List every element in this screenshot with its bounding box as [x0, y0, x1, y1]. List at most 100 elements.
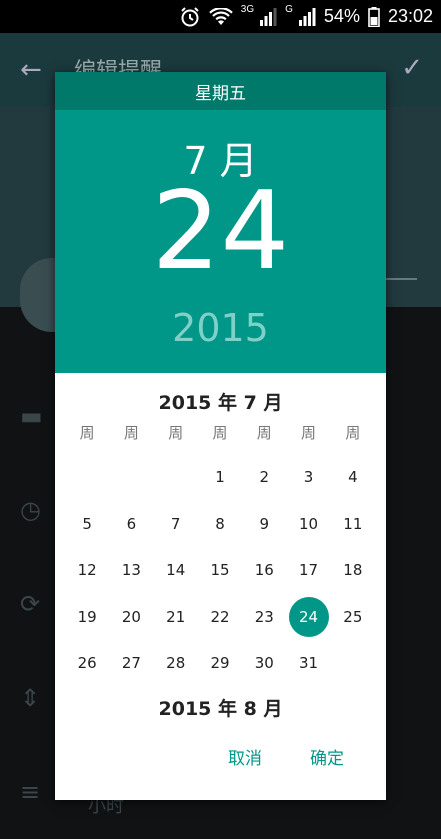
calendar-day-number: 7	[170, 514, 181, 533]
header-date[interactable]: 24	[55, 172, 386, 292]
back-arrow-icon[interactable]: ←	[20, 55, 42, 85]
list-icon: ≡	[20, 778, 41, 806]
calendar-day-number: 20	[121, 607, 141, 626]
calendar-day-number: 3	[303, 468, 314, 487]
calendar-day-number: 15	[210, 561, 230, 580]
calendar-day[interactable]: 17	[286, 547, 330, 594]
calendar-day[interactable]: 30	[242, 640, 286, 687]
weekday-label: 周	[123, 424, 139, 442]
checkmark-icon[interactable]: ✓	[401, 53, 423, 83]
calendar-day[interactable]: 28	[154, 640, 198, 687]
calendar-day-number: 13	[121, 561, 141, 580]
calendar-day-number: 28	[166, 654, 186, 673]
calendar-day[interactable]: 8	[198, 501, 242, 548]
status-icons: 3G G 54% 23:02	[179, 0, 433, 33]
calendar-day-number: 26	[77, 654, 97, 673]
calendar-day-number: 4	[348, 468, 358, 487]
calendar-day-number: 24	[299, 607, 319, 626]
calendar-day-empty	[154, 454, 198, 501]
clock-icon: ◷	[20, 496, 41, 524]
calendar-day[interactable]: 1	[198, 454, 242, 501]
calendar-day[interactable]: 10	[286, 501, 330, 548]
calendar-day[interactable]: 18	[331, 547, 375, 594]
alarm-clock-icon	[179, 6, 201, 28]
calendar-day[interactable]: 22	[198, 594, 242, 641]
calendar-day-number: 23	[254, 607, 274, 626]
calendar-day-number: 9	[259, 514, 270, 533]
date-picker-dialog: 星期五 7 月 24 2015 2015 年 7 月 周 周 周 周 周 周 周…	[55, 72, 386, 800]
calendar-day-number: 1	[215, 468, 225, 487]
calendar-day-number: 5	[82, 514, 92, 533]
calendar-day-number: 16	[254, 561, 274, 580]
calendar-day-number: 2	[259, 468, 270, 487]
signal-icon-2	[298, 7, 316, 26]
weekday-header: 星期五	[55, 72, 386, 110]
calendar-day[interactable]: 27	[109, 640, 153, 687]
battery-percent: 54%	[323, 6, 360, 26]
next-month-title: 2015 年 8 月	[158, 698, 283, 720]
calendar-day-number: 14	[166, 561, 186, 580]
status-bar: 3G G 54% 23:02	[0, 0, 441, 33]
wifi-icon	[209, 7, 233, 26]
weekday-label: 周	[301, 424, 317, 442]
calendar-day-number: 11	[343, 514, 363, 533]
calendar-day-empty	[65, 454, 109, 501]
calendar-day-number: 18	[343, 561, 363, 580]
current-month-title: 2015 年 7 月	[158, 392, 283, 414]
header-year[interactable]: 2015	[55, 306, 386, 350]
calendar-day[interactable]: 19	[65, 594, 109, 641]
calendar-day-number: 31	[299, 654, 319, 673]
calendar-day[interactable]: 29	[198, 640, 242, 687]
calendar-day[interactable]: 9	[242, 501, 286, 548]
calendar-day-number: 12	[77, 561, 97, 580]
calendar-day[interactable]: 15	[198, 547, 242, 594]
day-grid: 1 2 3 4 5 6 7 8 9 10 11 12 13 14 15 16 17 18 19 20 21 22 23 24 2…	[65, 454, 375, 687]
weekday-label: 周	[79, 424, 95, 442]
calendar-day[interactable]: 3	[286, 454, 330, 501]
weekday-label: 周	[168, 424, 184, 442]
signal-icon	[259, 7, 277, 26]
calendar-day[interactable]: 14	[154, 547, 198, 594]
calendar-day[interactable]: 12	[65, 547, 109, 594]
calendar-day[interactable]: 23	[242, 594, 286, 641]
calendar-day[interactable]: 6	[109, 501, 153, 548]
ok-button[interactable]: 确定	[310, 744, 344, 769]
calendar-day-empty	[331, 640, 375, 687]
dialog-actions: 取消 确定	[228, 744, 386, 769]
calendar-day-number: 6	[126, 514, 137, 533]
calendar-day[interactable]: 4	[331, 454, 375, 501]
calendar-day[interactable]: 21	[154, 594, 198, 641]
calendar-day[interactable]: 20	[109, 594, 153, 641]
calendar-day[interactable]: 5	[65, 501, 109, 548]
calendar-day[interactable]: 24	[286, 594, 330, 641]
calendar-day-number: 19	[77, 607, 97, 626]
calendar-day-number: 17	[299, 561, 319, 580]
calendar-day[interactable]: 13	[109, 547, 153, 594]
date-header: 7 月 24 2015	[55, 110, 386, 373]
calendar-day[interactable]: 16	[242, 547, 286, 594]
calendar-day-empty	[109, 454, 153, 501]
calendar-day[interactable]: 11	[331, 501, 375, 548]
calendar-day[interactable]: 26	[65, 640, 109, 687]
calendar-day-number: 21	[166, 607, 186, 626]
calendar-day[interactable]: 2	[242, 454, 286, 501]
calendar-day-number: 30	[254, 654, 274, 673]
repeat-icon: ⟳	[20, 590, 41, 618]
calendar-day[interactable]: 7	[154, 501, 198, 548]
calendar-day-number: 25	[343, 607, 363, 626]
calendar-day-number: 10	[299, 514, 319, 533]
clock-time: 23:02	[387, 6, 433, 26]
cancel-button[interactable]: 取消	[228, 744, 262, 769]
background-divider	[385, 278, 417, 280]
calendar-day[interactable]: 25	[331, 594, 375, 641]
network-type-g: G	[285, 4, 293, 15]
calendar-day-number: 27	[121, 654, 141, 673]
weekday-row: 周 周 周 周 周 周 周	[65, 422, 375, 443]
weekday-label: 周	[256, 424, 272, 442]
network-type-3g: 3G	[240, 4, 255, 15]
calendar-day-number: 22	[210, 607, 230, 626]
battery-icon	[368, 6, 380, 27]
calendar-day[interactable]: 31	[286, 640, 330, 687]
expand-icon: ⇕	[20, 684, 41, 712]
calendar-day-number: 8	[215, 514, 225, 533]
